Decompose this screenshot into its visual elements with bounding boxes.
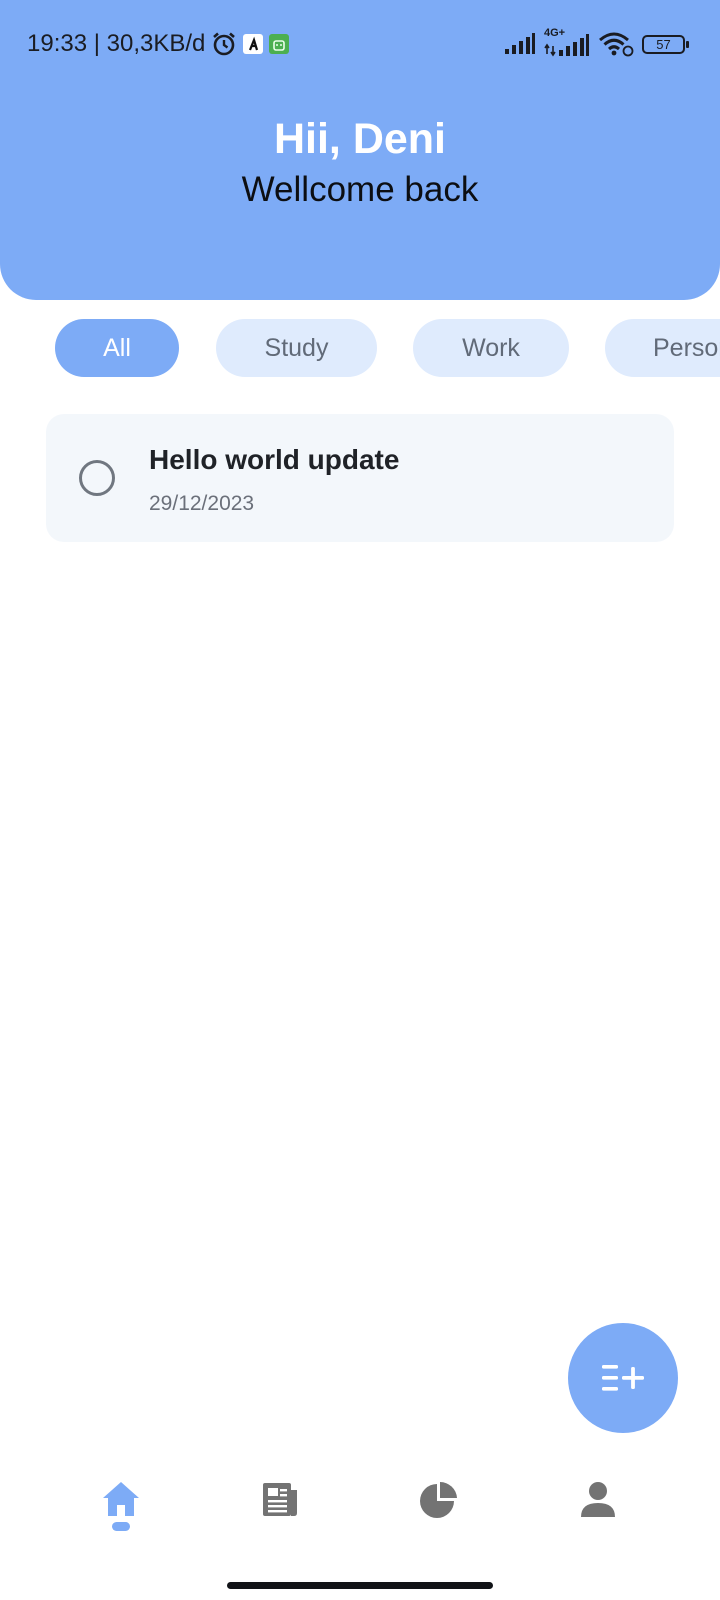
task-card[interactable]: Hello world update 29/12/2023 [46,414,674,542]
signal-4g-icon: 4G+ [544,27,590,58]
chip-study[interactable]: Study [216,319,377,377]
category-filter: All Study Work Personal [0,319,720,377]
status-right: 4G+ 57 [504,27,690,58]
add-task-button[interactable] [568,1323,678,1433]
wifi-icon [599,32,634,57]
nav-home[interactable] [91,1480,151,1550]
nav-profile[interactable] [568,1480,628,1550]
welcome-subtitle: Wellcome back [241,170,479,209]
task-title: Hello world update [149,444,400,475]
battery-level: 57 [656,37,671,52]
signal-icon [505,33,535,54]
status-bar: 19:33 | 30,3KB/d 4G+ 57 [0,24,720,64]
nav-news[interactable] [250,1480,310,1550]
chip-label: All [103,333,131,362]
chip-personal[interactable]: Personal [605,319,720,377]
gesture-home-bar[interactable] [227,1582,493,1589]
header-banner: 19:33 | 30,3KB/d 4G+ 57 Hii, Deni Wellco… [0,0,720,300]
active-indicator [112,1522,130,1531]
android-notification-icon [269,34,290,54]
chip-label: Work [462,333,520,362]
chip-all[interactable]: All [55,319,179,377]
alarm-icon [213,32,236,56]
home-icon [103,1482,139,1516]
chip-work[interactable]: Work [413,319,569,377]
status-left: 19:33 | 30,3KB/d [27,30,290,58]
add-list-icon [602,1365,644,1391]
person-icon [581,1482,615,1517]
nav-statistics[interactable] [409,1480,469,1550]
bottom-navigation [0,1470,720,1570]
battery-icon: 57 [642,33,690,55]
pie-chart-icon [420,1482,457,1518]
news-icon [263,1483,297,1516]
chip-label: Study [264,333,329,362]
chip-label: Personal [653,333,720,362]
greeting-title: Hii, Deni [273,115,447,163]
task-complete-radio[interactable] [79,460,115,496]
status-time: 19:33 | 30,3KB/d [27,30,206,57]
app-notification-icon [243,34,264,54]
task-date: 29/12/2023 [149,492,255,515]
